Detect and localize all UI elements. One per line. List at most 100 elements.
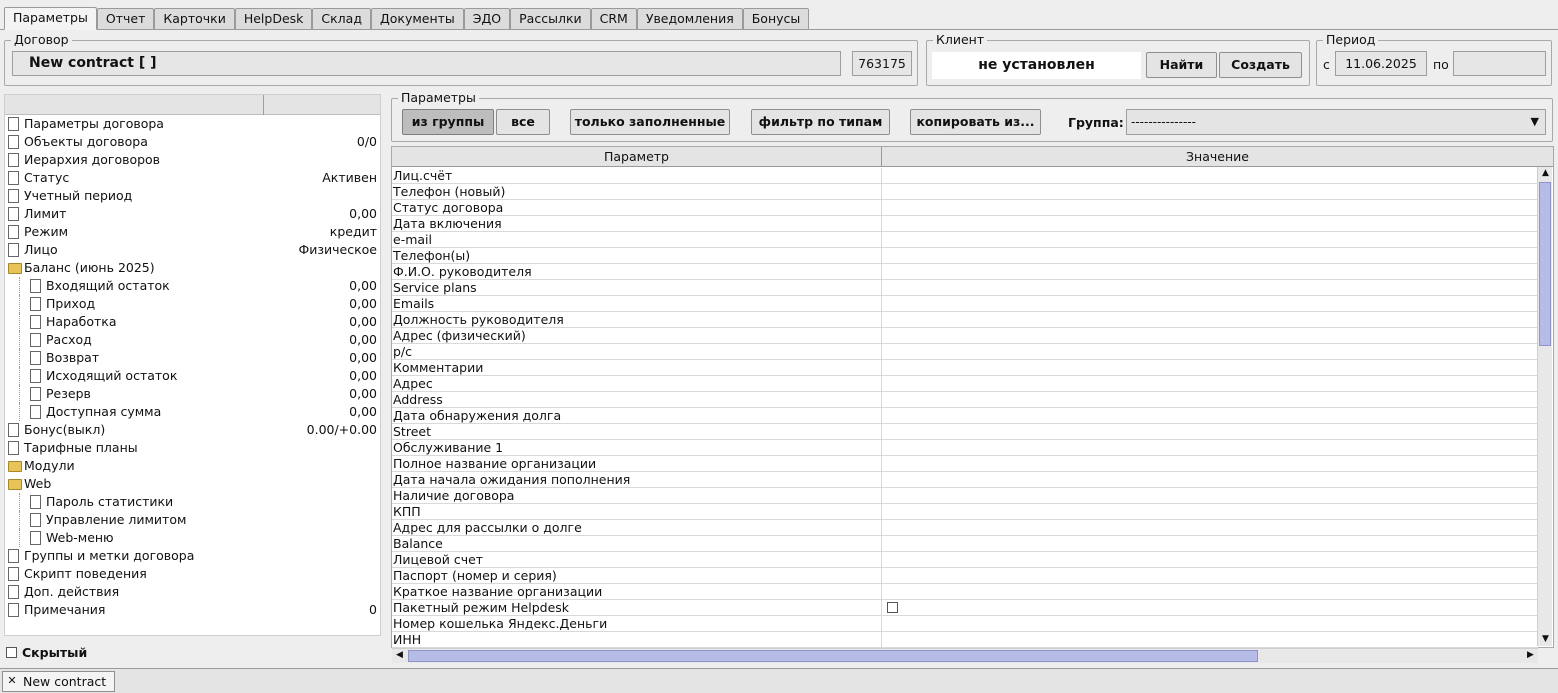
tree-item[interactable]: Учетный период (5, 187, 380, 205)
tree-item[interactable]: Web (5, 475, 380, 493)
close-icon[interactable]: ✕ (5, 673, 19, 688)
table-row[interactable]: ИНН (392, 632, 1538, 648)
table-row[interactable]: Краткое название организации (392, 584, 1538, 600)
table-row[interactable]: Balance (392, 536, 1538, 552)
table-row[interactable]: Статус договора (392, 200, 1538, 216)
tree-item[interactable]: Параметры договора (5, 115, 380, 133)
tree-item[interactable]: Объекты договора 0/0 (5, 133, 380, 151)
group-select[interactable]: --------------- ▼ (1126, 109, 1546, 135)
tree-item-label: Наработка (46, 314, 117, 329)
tree-item-value: кредит (329, 224, 377, 239)
tree-item[interactable]: Группы и метки договора (5, 547, 380, 565)
tree-item[interactable]: Тарифные планы (5, 439, 380, 457)
horizontal-scrollbar[interactable]: ◀ ▶ (392, 648, 1538, 663)
param-value-checkbox[interactable] (887, 602, 898, 613)
tree-item[interactable]: Web-меню (5, 529, 380, 547)
table-row[interactable]: Адрес (физический) (392, 328, 1538, 344)
tree-item[interactable]: Иерархия договоров (5, 151, 380, 169)
table-row[interactable]: Комментарии (392, 360, 1538, 376)
table-row[interactable]: Паспорт (номер и серия) (392, 568, 1538, 584)
scroll-left-icon[interactable]: ◀ (393, 649, 406, 662)
tree-item[interactable]: Доступная сумма 0,00 (5, 403, 380, 421)
table-row[interactable]: Street (392, 424, 1538, 440)
scroll-up-icon[interactable]: ▲ (1539, 167, 1552, 180)
table-row[interactable]: Адрес для рассылки о долге (392, 520, 1538, 536)
tree-item[interactable]: Бонус(выкл) 0.00/+0.00 (5, 421, 380, 439)
table-row[interactable]: Номер кошелька Яндекс.Деньги (392, 616, 1538, 632)
table-row[interactable]: Пакетный режим Helpdesk (392, 600, 1538, 616)
tree-item[interactable]: Управление лимитом (5, 511, 380, 529)
table-row[interactable]: Телефон (новый) (392, 184, 1538, 200)
scroll-down-icon[interactable]: ▼ (1539, 633, 1552, 646)
table-row[interactable]: Полное название организации (392, 456, 1538, 472)
tree-item[interactable]: Входящий остаток 0,00 (5, 277, 380, 295)
tab-2[interactable]: Карточки (154, 8, 235, 29)
tree-guide-line (19, 313, 20, 331)
hidden-checkbox[interactable] (6, 647, 17, 658)
tree-item[interactable]: Статус Активен (5, 169, 380, 187)
table-row[interactable]: КПП (392, 504, 1538, 520)
table-row[interactable]: Лицевой счет (392, 552, 1538, 568)
table-row[interactable]: Ф.И.О. руководителя (392, 264, 1538, 280)
tab-9[interactable]: Уведомления (636, 8, 743, 29)
tree-item[interactable]: Примечания 0 (5, 601, 380, 619)
table-row[interactable]: Наличие договора (392, 488, 1538, 504)
copy-from-button[interactable]: копировать из... (910, 109, 1041, 135)
table-row[interactable]: Дата включения (392, 216, 1538, 232)
tree-item[interactable]: Исходящий остаток 0,00 (5, 367, 380, 385)
period-from-field[interactable]: 11.06.2025 (1335, 51, 1427, 76)
tree-item[interactable]: Пароль статистики (5, 493, 380, 511)
vertical-scroll-thumb[interactable] (1539, 182, 1551, 346)
column-header-param[interactable]: Параметр (392, 147, 881, 167)
table-row[interactable]: Service plans (392, 280, 1538, 296)
tree-item[interactable]: Приход 0,00 (5, 295, 380, 313)
tab-6[interactable]: ЭДО (463, 8, 511, 29)
table-row[interactable]: Address (392, 392, 1538, 408)
scroll-right-icon[interactable]: ▶ (1524, 649, 1537, 662)
create-client-button[interactable]: Создать (1219, 52, 1302, 78)
tab-3[interactable]: HelpDesk (234, 8, 313, 29)
tree-item[interactable]: Наработка 0,00 (5, 313, 380, 331)
horizontal-scroll-thumb[interactable] (408, 650, 1258, 662)
tree-item[interactable]: Доп. действия (5, 583, 380, 601)
column-header-value[interactable]: Значение (882, 147, 1553, 167)
table-row[interactable]: Обслуживание 1 (392, 440, 1538, 456)
tab-4[interactable]: Склад (312, 8, 371, 29)
tab-1[interactable]: Отчет (96, 8, 155, 29)
table-row[interactable]: Лиц.счёт (392, 168, 1538, 184)
table-row[interactable]: р/с (392, 344, 1538, 360)
tree-item[interactable]: Баланс (июнь 2025) (5, 259, 380, 277)
tab-7[interactable]: Рассылки (510, 8, 591, 29)
period-to-field[interactable] (1453, 51, 1546, 76)
tree-item[interactable]: Резерв 0,00 (5, 385, 380, 403)
tree-item[interactable]: Модули (5, 457, 380, 475)
table-row[interactable]: Дата обнаружения долга (392, 408, 1538, 424)
from-group-button[interactable]: из группы (402, 109, 494, 135)
tree-item[interactable]: Лицо Физическое (5, 241, 380, 259)
table-row[interactable]: Адрес (392, 376, 1538, 392)
table-row[interactable]: Emails (392, 296, 1538, 312)
table-row[interactable]: Должность руководителя (392, 312, 1538, 328)
table-row[interactable]: Дата начала ожидания пополнения (392, 472, 1538, 488)
tree-item[interactable]: Расход 0,00 (5, 331, 380, 349)
tree-item[interactable]: Режим кредит (5, 223, 380, 241)
tab-0[interactable]: Параметры (4, 7, 97, 30)
param-name: Статус договора (393, 200, 504, 215)
table-row[interactable]: e-mail (392, 232, 1538, 248)
vertical-scrollbar[interactable]: ▲ ▼ (1537, 167, 1552, 646)
contract-title-field[interactable]: New contract [ ] (12, 51, 841, 76)
tree-item[interactable]: Лимит 0,00 (5, 205, 380, 223)
tree-item[interactable]: Возврат 0,00 (5, 349, 380, 367)
table-row[interactable]: Телефон(ы) (392, 248, 1538, 264)
only-filled-button[interactable]: только заполненные (570, 109, 730, 135)
all-button[interactable]: все (496, 109, 550, 135)
tab-8[interactable]: CRM (590, 8, 637, 29)
tab-10[interactable]: Бонусы (742, 8, 810, 29)
params-toolbar-group: Параметры из группы все только заполненн… (391, 90, 1553, 142)
tab-5[interactable]: Документы (370, 8, 464, 29)
tree-item[interactable]: Скрипт поведения (5, 565, 380, 583)
find-client-button[interactable]: Найти (1146, 52, 1217, 78)
bottom-tab-new-contract[interactable]: ✕ New contract (2, 671, 115, 692)
filter-types-button[interactable]: фильтр по типам (751, 109, 890, 135)
tree-item-label: Группы и метки договора (24, 548, 195, 563)
